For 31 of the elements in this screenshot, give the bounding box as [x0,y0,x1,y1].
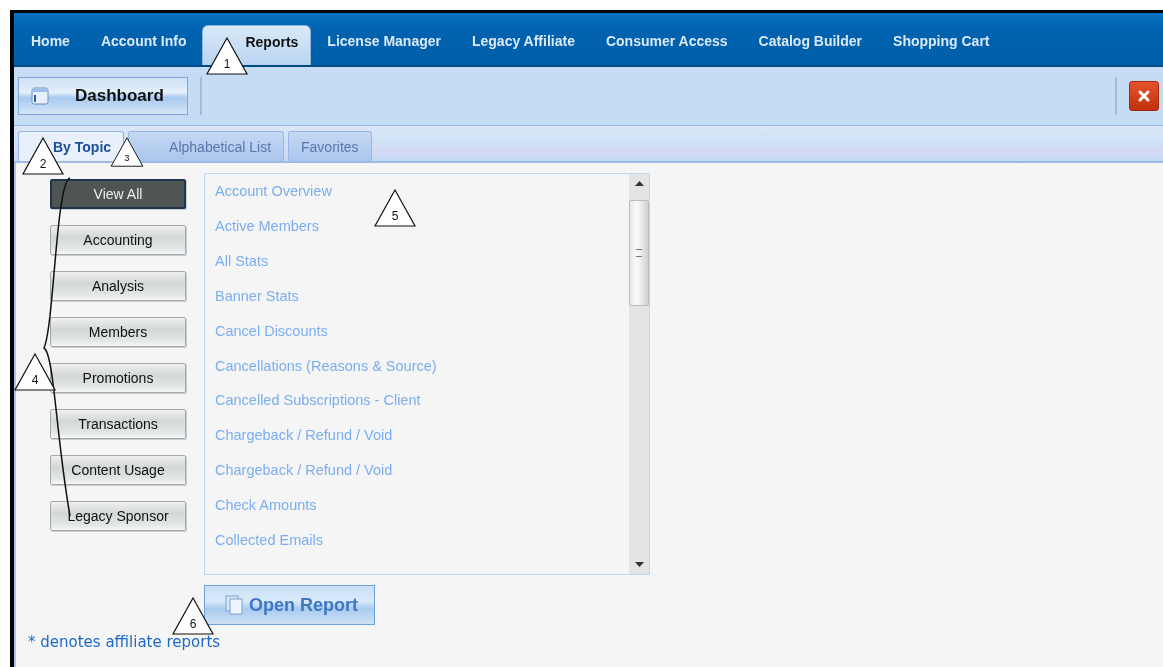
nav-tab[interactable]: Legacy Affiliate [456,25,590,65]
up-arrow-icon[interactable] [634,180,644,186]
nav-tab[interactable]: Shopping Cart [878,25,1005,65]
close-button[interactable] [1129,81,1159,111]
category-button[interactable]: Content Usage [50,455,186,485]
window-icon [31,87,49,105]
category-button[interactable]: Transactions [50,409,186,439]
open-report-button[interactable]: Open Report [204,585,375,625]
callout-marker: 4 [14,353,56,391]
dashboard-button[interactable]: Dashboard [18,77,188,115]
scrollbar[interactable] [629,174,649,574]
category-button[interactable]: View All [50,179,186,209]
nav-tab[interactable]: Catalog Builder [743,25,878,65]
callout-marker: 3 [110,137,144,167]
document-icon [225,595,243,615]
category-button[interactable]: Accounting [50,225,186,255]
callout-marker: 5 [374,189,416,227]
nav-tab[interactable]: Account Info [85,25,202,65]
category-button[interactable]: Members [50,317,186,347]
close-icon [1137,89,1151,103]
nav-tab[interactable]: Home [16,25,85,65]
tab[interactable]: Alphabetical List [128,131,285,161]
category-button[interactable]: Analysis [50,271,186,301]
category-button[interactable]: Legacy Sponsor [50,501,186,531]
footnote: * denotes affiliate reports [28,633,222,651]
category-button[interactable]: Promotions [50,363,186,393]
callout-marker: 6 [172,597,214,635]
tab[interactable]: Favorites [288,131,372,161]
down-arrow-icon[interactable] [634,562,644,568]
nav-tab[interactable]: Consumer Access [590,25,743,65]
nav-tab[interactable]: License Manager [312,25,456,65]
